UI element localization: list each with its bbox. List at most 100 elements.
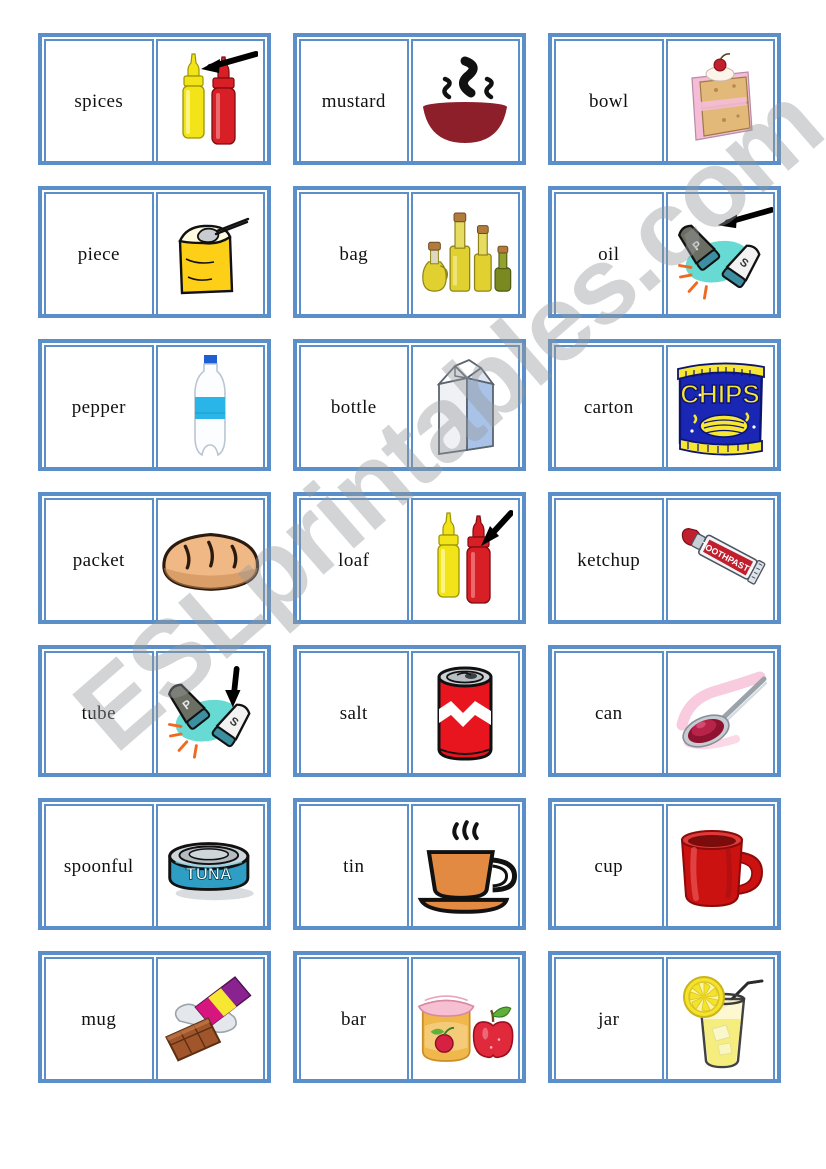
- domino-row: piece bag oil P S: [38, 186, 781, 318]
- domino-word: spices: [74, 90, 124, 112]
- domino-word: can: [594, 702, 623, 724]
- domino-word: mustard: [321, 90, 386, 112]
- domino-picture-half: P S: [155, 651, 265, 775]
- pointer-arrow-icon: [224, 666, 240, 708]
- domino-word-half: spoonful: [44, 804, 154, 928]
- domino-picture-half: CHIPS: [665, 345, 775, 469]
- domino-word-half: ketchup: [554, 498, 664, 622]
- domino-word-half: mug: [44, 957, 154, 1081]
- domino-picture-half: P S: [665, 192, 775, 316]
- domino-picture-half: TOOTHPASTE: [665, 498, 775, 622]
- olive-oil-bottles-icon: [413, 194, 519, 314]
- toothpaste-tube-icon: TOOTHPASTE: [668, 500, 774, 620]
- bread-loaf-icon: [158, 500, 264, 620]
- coffee-cup-icon: [413, 806, 519, 926]
- domino-card[interactable]: mustard: [293, 33, 526, 165]
- domino-word: packet: [72, 549, 125, 571]
- domino-word-half: bag: [299, 192, 409, 316]
- domino-word: cup: [594, 855, 624, 877]
- salt-pepper-shakers-icon: P S: [668, 194, 773, 314]
- domino-card[interactable]: piece: [38, 186, 271, 318]
- chips-bag-label: CHIPS: [681, 379, 760, 409]
- domino-card[interactable]: bar: [293, 951, 526, 1083]
- domino-word-half: bowl: [554, 39, 664, 163]
- chocolate-bar-icon: [158, 959, 264, 1079]
- domino-word-half: carton: [554, 345, 664, 469]
- domino-card[interactable]: spoonful TUNA: [38, 798, 271, 930]
- domino-picture-half: [410, 345, 520, 469]
- domino-row: pepper bottle carton CHIPS: [38, 339, 781, 471]
- domino-row: mug bar jar: [38, 951, 781, 1083]
- domino-card[interactable]: salt: [293, 645, 526, 777]
- pointer-arrow-icon: [717, 207, 773, 229]
- domino-word: bar: [341, 1008, 367, 1030]
- domino-word-half: jar: [554, 957, 664, 1081]
- domino-word-half: oil: [554, 192, 664, 316]
- domino-word-half: tin: [299, 804, 409, 928]
- squeeze-bottles-icon: [158, 41, 264, 161]
- cake-slice-icon: [668, 41, 774, 161]
- domino-word: mug: [81, 1008, 117, 1030]
- domino-word-half: loaf: [299, 498, 409, 622]
- jam-jar-with-apple-icon: [413, 959, 519, 1079]
- domino-card[interactable]: mug: [38, 951, 271, 1083]
- domino-word-half: can: [554, 651, 664, 775]
- domino-picture-half: TUNA: [155, 804, 265, 928]
- domino-card[interactable]: carton CHIPS: [548, 339, 781, 471]
- domino-card[interactable]: bottle: [293, 339, 526, 471]
- milk-carton-icon: [413, 347, 519, 467]
- domino-word-half: piece: [44, 192, 154, 316]
- soda-can-icon: [413, 653, 519, 773]
- domino-row: spoonful TUNA tin cup: [38, 798, 781, 930]
- domino-picture-half: [155, 345, 265, 469]
- domino-card[interactable]: loaf: [293, 492, 526, 624]
- domino-row: spices mustard bowl: [38, 33, 781, 165]
- domino-card[interactable]: cup: [548, 798, 781, 930]
- domino-word-half: tube: [44, 651, 154, 775]
- worksheet-sheet: spices mustard bowl piece bag oil P S pe…: [0, 0, 826, 1169]
- domino-picture-half: [410, 39, 520, 163]
- domino-card[interactable]: spices: [38, 33, 271, 165]
- tuna-tin-icon: TUNA: [158, 806, 264, 926]
- domino-picture-half: [665, 39, 775, 163]
- domino-picture-half: [155, 192, 265, 316]
- domino-picture-half: [665, 957, 775, 1081]
- domino-card[interactable]: packet: [38, 492, 271, 624]
- domino-word: bag: [339, 243, 369, 265]
- domino-word-half: salt: [299, 651, 409, 775]
- domino-picture-half: [410, 192, 520, 316]
- domino-word: salt: [339, 702, 368, 724]
- spoon-with-liquid-icon: [668, 653, 774, 773]
- domino-card[interactable]: can: [548, 645, 781, 777]
- lemonade-glass-icon: [668, 959, 774, 1079]
- domino-card[interactable]: ketchup TOOTHPASTE: [548, 492, 781, 624]
- domino-card[interactable]: pepper: [38, 339, 271, 471]
- domino-card[interactable]: bowl: [548, 33, 781, 165]
- domino-word: carton: [583, 396, 634, 418]
- steaming-bowl-icon: [413, 41, 519, 161]
- domino-picture-half: [410, 804, 520, 928]
- domino-word: pepper: [71, 396, 126, 418]
- domino-card[interactable]: tube P S: [38, 645, 271, 777]
- domino-card[interactable]: jar: [548, 951, 781, 1083]
- flour-bag-with-spoon-icon: [158, 194, 264, 314]
- domino-word-half: bottle: [299, 345, 409, 469]
- domino-card[interactable]: tin: [293, 798, 526, 930]
- domino-word: tin: [343, 855, 365, 877]
- domino-picture-half: [410, 651, 520, 775]
- pointer-arrow-icon: [481, 510, 514, 546]
- domino-word: loaf: [338, 549, 370, 571]
- domino-word: bottle: [330, 396, 377, 418]
- domino-card[interactable]: bag: [293, 186, 526, 318]
- domino-word: spoonful: [63, 855, 134, 877]
- domino-card[interactable]: oil P S: [548, 186, 781, 318]
- domino-word-half: mustard: [299, 39, 409, 163]
- domino-row: packet loaf ketchup TOOTHPASTE: [38, 492, 781, 624]
- chips-bag-icon: CHIPS: [668, 347, 774, 467]
- domino-picture-half: [665, 804, 775, 928]
- tuna-tin-label: TUNA: [185, 865, 231, 884]
- domino-word: piece: [77, 243, 120, 265]
- red-mug-icon: [668, 806, 774, 926]
- squeeze-bottles-icon: [413, 500, 519, 620]
- domino-word-half: packet: [44, 498, 154, 622]
